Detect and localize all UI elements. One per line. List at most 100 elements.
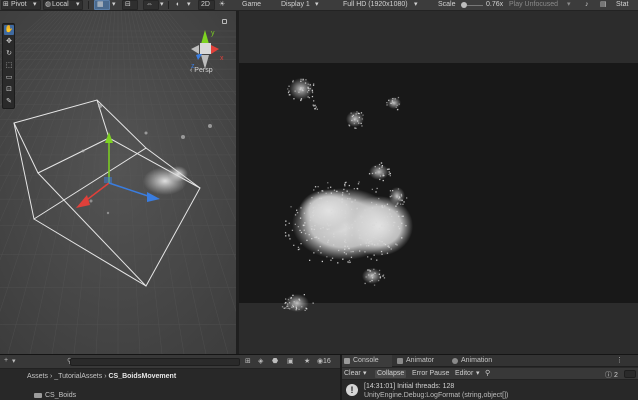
scale-tool-icon[interactable]: ⬚ (4, 61, 14, 71)
add-icon[interactable]: + (4, 357, 8, 364)
boid-speck (346, 223, 348, 225)
boid-speck (341, 210, 343, 212)
2d-label: 2D (201, 1, 210, 8)
boid-speck (309, 219, 311, 221)
favorite-icon[interactable]: ★ (304, 357, 310, 365)
boid-speck (383, 242, 385, 245)
lock-icon[interactable] (222, 19, 227, 24)
boid-speck (382, 179, 384, 182)
search-by-label-icon[interactable]: ⬣ (272, 357, 278, 365)
boid-speck (330, 192, 332, 194)
boid-speck (397, 96, 400, 99)
chevron-down-icon: ▾ (187, 1, 191, 8)
project-search-input[interactable] (70, 358, 240, 366)
bottom-panels: + ▾ ⚲ ⊞ ◈ ⬣ ▣ ★ ◉ 16 Assets › _TutorialA… (0, 354, 638, 400)
boid-speck (348, 247, 350, 250)
error-pause-button[interactable]: Error Pause (410, 370, 451, 378)
boid-speck (333, 189, 336, 191)
list-item[interactable]: CS_Boids (34, 392, 76, 399)
rect-tool-icon[interactable]: ▭ (4, 73, 14, 83)
boid-speck (398, 227, 401, 229)
boid-speck (384, 205, 386, 207)
boid-speck (351, 208, 353, 210)
view-icon[interactable]: ▣ (287, 357, 294, 365)
gizmo-axis-y: y (211, 30, 215, 37)
chevron-down-icon: ▾ (76, 1, 80, 8)
boid-speck (344, 185, 346, 187)
resolution-dropdown[interactable]: Full HD (1920x1080) (343, 0, 408, 10)
breadcrumb-item[interactable]: _TutorialAssets (54, 373, 102, 380)
transform-tool-icon[interactable]: ⊡ (4, 85, 14, 95)
tab-animation[interactable]: Animation (450, 355, 510, 367)
mute-icon[interactable]: ♪ (585, 0, 589, 10)
boid-speck (319, 245, 321, 248)
boid-speck (380, 250, 383, 253)
stats-label[interactable]: Stat (616, 0, 628, 10)
boid-speck (362, 216, 364, 218)
boid-speck (368, 245, 370, 247)
tab-animator[interactable]: Animator (395, 355, 450, 367)
boid-speck (314, 236, 316, 239)
boid-speck (313, 210, 315, 212)
rotate-tool-icon[interactable]: ↻ (4, 49, 14, 59)
boid-speck (395, 243, 397, 245)
boid-speck (335, 209, 338, 211)
clear-button[interactable]: Clear (342, 370, 363, 378)
boid-speck (283, 307, 285, 309)
display-label[interactable]: Display 1 (281, 0, 310, 10)
message-count[interactable]: ⓘ 2 (605, 370, 618, 380)
custom-tool-icon[interactable]: ✎ (4, 97, 14, 107)
boid-speck (294, 223, 296, 225)
boid-speck (371, 188, 373, 190)
boid-speck (313, 189, 315, 191)
boid-speck (318, 204, 320, 206)
boid-speck (304, 222, 306, 224)
play-focus-dropdown[interactable]: Play Unfocused (509, 0, 558, 10)
boid-speck (287, 88, 289, 90)
scene-view[interactable]: y x z ✋ ✥ ↻ ⬚ ▭ ⊡ ✎ ‹ Persp (0, 11, 236, 354)
filter-type-icon[interactable]: ⊞ (245, 357, 251, 365)
more-options-icon[interactable]: ⋮ (616, 355, 623, 367)
hand-tool-icon[interactable]: ✋ (4, 25, 14, 35)
scene-canvas[interactable]: y x z (0, 11, 236, 354)
scale-slider-track[interactable] (467, 5, 483, 6)
boid-speck (351, 224, 353, 226)
console-log-entry[interactable]: ! [14:31:01] Initial threads: 128 UnityE… (342, 381, 638, 400)
boid-speck (384, 243, 387, 246)
boid-speck (337, 214, 339, 216)
projection-toggle[interactable]: ‹ Persp (190, 67, 213, 74)
boid-speck (373, 254, 375, 256)
game-tab-label[interactable]: Game (242, 0, 261, 10)
stats-icon[interactable]: ▤ (600, 0, 607, 10)
breadcrumb-item[interactable]: CS_BoidsMovement (108, 373, 176, 380)
boid-speck (288, 234, 290, 236)
move-tool-icon[interactable]: ✥ (4, 37, 14, 47)
boid-speck (327, 182, 329, 184)
top-toolbar: ⊞ Pivot ▾ ◍ Local ▾ ▦ ▾ ⊟ ⇔ ▾ ◐ ▾ 2D ☀ G… (0, 0, 638, 11)
globe-icon: ◍ (45, 1, 52, 8)
breadcrumb-item[interactable]: Assets (27, 373, 48, 380)
tab-console[interactable]: Console (342, 355, 392, 367)
filter-label-icon[interactable]: ◈ (258, 357, 263, 365)
boid-speck (302, 224, 304, 226)
boid-speck (357, 183, 360, 185)
boid-speck (293, 244, 295, 246)
boid-speck (398, 215, 400, 217)
boid-speck (331, 214, 333, 217)
editor-dropdown[interactable]: Editor (453, 370, 475, 378)
boid-speck (313, 213, 315, 216)
console-search-input[interactable] (624, 370, 636, 378)
boid-speck (384, 225, 386, 227)
collapse-button[interactable]: Collapse (375, 370, 407, 378)
boid-speck (360, 244, 362, 246)
boid-speck (311, 228, 313, 230)
boid-speck (348, 184, 350, 187)
boid-speck (344, 245, 346, 247)
draw-mode-icon[interactable]: ◐ (176, 0, 180, 10)
boid-speck (371, 207, 374, 209)
boid-speck (321, 190, 323, 192)
game-view[interactable] (239, 11, 638, 354)
boid-speck (332, 207, 334, 210)
boid-speck (345, 226, 347, 228)
lighting-icon[interactable]: ☀ (219, 0, 225, 10)
